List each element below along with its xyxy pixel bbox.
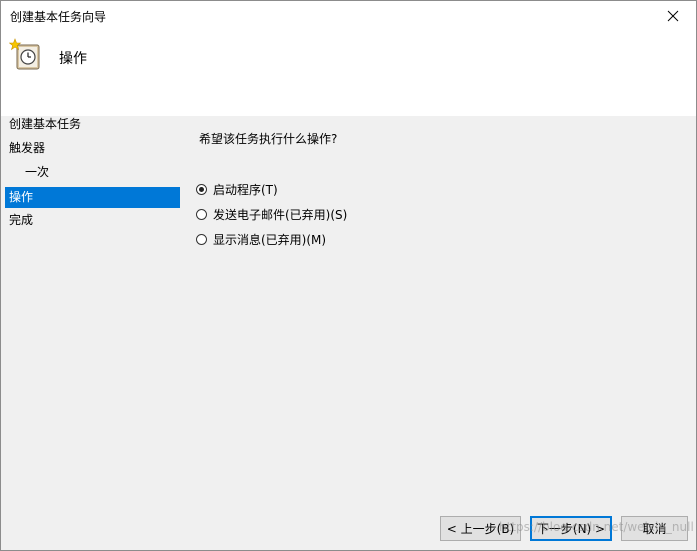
radio-label[interactable]: 启动程序(T)	[213, 181, 278, 198]
radio-start-program[interactable]: 启动程序(T)	[196, 180, 278, 198]
radio-display-message[interactable]: 显示消息(已弃用)(M)	[196, 230, 326, 248]
sidebar-item-finish: 完成	[9, 213, 34, 227]
page-title: 操作	[59, 51, 87, 67]
radio-send-email[interactable]: 发送电子邮件(已弃用)(S)	[196, 205, 347, 223]
sidebar-item-trigger: 触发器	[9, 141, 46, 155]
radio-label[interactable]: 显示消息(已弃用)(M)	[213, 231, 326, 248]
radio-label[interactable]: 发送电子邮件(已弃用)(S)	[213, 206, 347, 223]
sidebar-item-action: 操作	[5, 187, 180, 208]
radio-button[interactable]	[196, 233, 207, 245]
task-scheduler-clock-icon	[9, 38, 40, 70]
radio-button[interactable]	[196, 208, 207, 220]
wizard-steps-sidebar	[1, 116, 181, 416]
back-button[interactable]: < 上一步(B)	[440, 516, 521, 541]
sidebar-item-once: 一次	[25, 165, 50, 179]
cancel-button[interactable]: 取消	[621, 516, 688, 541]
title-bar: 创建基本任务向导	[1, 1, 696, 31]
sidebar-item-create-basic-task: 创建基本任务	[9, 117, 82, 131]
close-button[interactable]	[650, 1, 696, 31]
wizard-header: 操作	[1, 31, 696, 116]
close-icon	[667, 10, 679, 22]
window-title: 创建基本任务向导	[10, 10, 107, 24]
next-button[interactable]: 下一步(N) >	[530, 516, 612, 541]
radio-button-checked[interactable]	[196, 183, 207, 195]
wizard-window: 创建基本任务向导 操作 创建基本任务 触发器 一次 操作 完成 希望该任务执行什…	[0, 0, 697, 551]
action-question: 希望该任务执行什么操作?	[199, 132, 338, 146]
